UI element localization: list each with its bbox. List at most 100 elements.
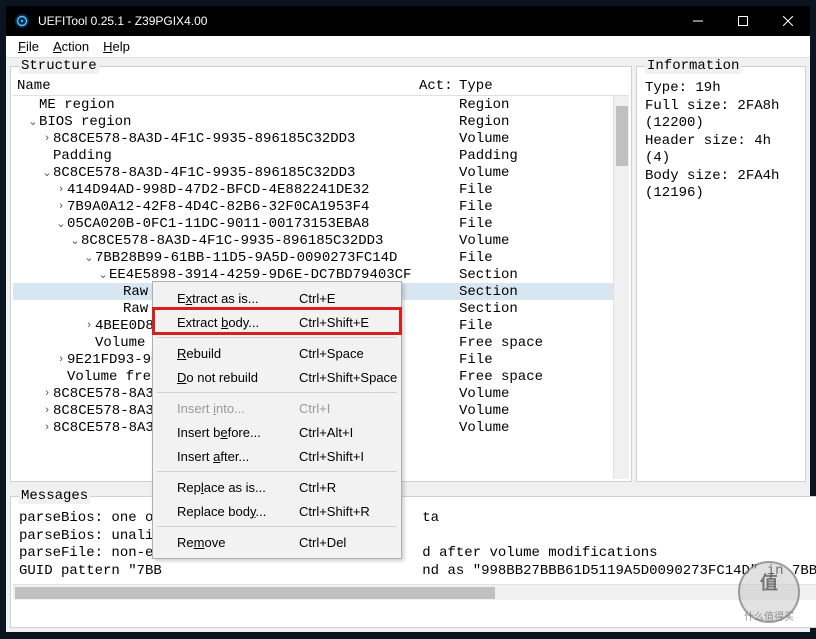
menu-shortcut: Ctrl+Shift+R (299, 504, 399, 519)
chevron-right-icon[interactable]: › (55, 354, 67, 366)
watermark-text: 什么值得买 (734, 608, 804, 623)
tree-row[interactable]: ⌄8C8CE578-8A3D-4F1C-9935-896185C32DD3 Vol… (13, 164, 629, 181)
col-type[interactable]: Type (459, 78, 629, 95)
chevron-right-icon[interactable]: › (55, 201, 67, 213)
tree-node-label: 8C8CE578-8A3D-4F1C-9935-896185C32DD3 (53, 165, 355, 181)
chevron-down-icon[interactable]: ⌄ (69, 234, 81, 248)
menu-action[interactable]: Action (53, 39, 89, 54)
tree-row[interactable]: ⌄05CA020B-0FC1-11DC-9011-00173153EBA8Fil… (13, 215, 629, 232)
col-act[interactable]: Act: (419, 78, 459, 95)
chevron-down-icon[interactable]: ⌄ (97, 268, 109, 282)
messages-content: parseBios: one of ta parseBios: unalig p… (13, 506, 816, 584)
chevron-down-icon[interactable]: ⌄ (55, 217, 67, 231)
tree-node-label: 8C8CE578-8A3D (53, 403, 162, 419)
menu-help[interactable]: Help (103, 39, 130, 54)
menu-separator (157, 392, 397, 393)
title-bar: UEFITool 0.25.1 - Z39PGIX4.00 (6, 6, 810, 36)
menu-bar: File Action Help (6, 36, 810, 58)
menu-shortcut: Ctrl+Shift+Space (299, 370, 399, 385)
tree-node-type: Padding (459, 148, 629, 164)
minimize-button[interactable] (675, 6, 720, 36)
menu-shortcut: Ctrl+R (299, 480, 399, 495)
chevron-down-icon[interactable]: ⌄ (83, 251, 95, 265)
messages-horizontal-scrollbar[interactable] (13, 584, 816, 600)
chevron-right-icon[interactable]: › (41, 422, 53, 434)
menu-shortcut: Ctrl+Shift+E (299, 315, 399, 330)
chevron-right-icon[interactable]: › (55, 184, 67, 196)
tree-node-type: Volume (459, 386, 629, 402)
tree-row[interactable]: Padding Padding (13, 147, 629, 164)
context-menu-item[interactable]: Replace as is...Ctrl+R (155, 475, 399, 499)
tree-node-type: File (459, 199, 629, 215)
tree-row[interactable]: ⌄7BB28B99-61BB-11D5-9A5D-0090273FC14DFil… (13, 249, 629, 266)
vertical-scrollbar[interactable] (613, 96, 629, 479)
tree-row[interactable]: ›8C8CE578-8A3D-4F1C-9935-896185C32DD3Vol… (13, 130, 629, 147)
context-menu-item[interactable]: Insert after...Ctrl+Shift+I (155, 444, 399, 468)
menu-shortcut: Ctrl+Del (299, 535, 399, 550)
tree-row[interactable]: ›414D94AD-998D-47D2-BFCD-4E882241DE32 Fil… (13, 181, 629, 198)
scrollbar-thumb[interactable] (616, 106, 628, 166)
tree-node-type: Section (459, 301, 629, 317)
messages-panel: Messages parseBios: one of ta parseBios:… (10, 488, 816, 628)
maximize-button[interactable] (720, 6, 765, 36)
chevron-right-icon[interactable]: › (41, 405, 53, 417)
context-menu-item[interactable]: RemoveCtrl+Del (155, 530, 399, 554)
information-panel: Information Type: 19h Full size: 2FA8h (… (636, 58, 806, 482)
tree-node-label: Padding (53, 148, 112, 164)
tree-node-type: Free space (459, 335, 629, 351)
context-menu-item[interactable]: Replace body...Ctrl+Shift+R (155, 499, 399, 523)
tree-row[interactable]: ⌄8C8CE578-8A3D-4F1C-9935-896185C32DD3 Vol… (13, 232, 629, 249)
menu-separator (157, 526, 397, 527)
chevron-right-icon[interactable]: › (83, 320, 95, 332)
tree-header: Name Act: Type (13, 76, 629, 96)
window-title: UEFITool 0.25.1 - Z39PGIX4.00 (38, 14, 207, 28)
context-menu-item[interactable]: Do not rebuildCtrl+Shift+Space (155, 365, 399, 389)
tree-node-label: 7BB28B99-61BB-11D5-9A5D-0090273FC14D (95, 250, 397, 266)
tree-node-type: Region (459, 97, 629, 113)
tree-row[interactable]: ⌄BIOS regionRegion (13, 113, 629, 130)
tree-node-label: 7B9A0A12-42F8-4D4C-82B6-32F0CA1953F4 (67, 199, 369, 215)
chevron-down-icon[interactable]: ⌄ (27, 115, 39, 129)
menu-separator (157, 337, 397, 338)
app-window: UEFITool 0.25.1 - Z39PGIX4.00 File Actio… (6, 6, 810, 632)
context-menu-item[interactable]: Extract body...Ctrl+Shift+E (155, 310, 399, 334)
tree-node-label: 8C8CE578-8A3D (53, 420, 162, 436)
menu-separator (157, 471, 397, 472)
tree-node-type: Volume (459, 233, 629, 249)
chevron-right-icon[interactable]: › (41, 388, 53, 400)
context-menu-item[interactable]: RebuildCtrl+Space (155, 341, 399, 365)
menu-shortcut: Ctrl+I (299, 401, 399, 416)
context-menu: Extract as is...Ctrl+EExtract body...Ctr… (152, 281, 402, 559)
chevron-down-icon[interactable]: ⌄ (41, 166, 53, 180)
messages-legend: Messages (19, 488, 90, 504)
tree-row[interactable]: ›7B9A0A12-42F8-4D4C-82B6-32F0CA1953F4 Fil… (13, 198, 629, 215)
content-area: Structure Name Act: Type ME regionRegion… (6, 58, 810, 632)
tree-node-type: File (459, 318, 629, 334)
tree-node-type: Free space (459, 369, 629, 385)
tree-node-type: File (459, 352, 629, 368)
tree-node-type: Volume (459, 165, 629, 181)
tree-node-label: ME region (39, 97, 115, 113)
menu-file[interactable]: File (18, 39, 39, 54)
tree-node-type: Section (459, 267, 629, 283)
tree-node-type: Section (459, 284, 629, 300)
tree-node-label: 05CA020B-0FC1-11DC-9011-00173153EBA8 (67, 216, 369, 232)
tree-node-type: File (459, 182, 629, 198)
information-content: Type: 19h Full size: 2FA8h (12200) Heade… (639, 76, 803, 207)
tree-node-label: 414D94AD-998D-47D2-BFCD-4E882241DE32 (67, 182, 369, 198)
chevron-right-icon[interactable]: › (41, 133, 53, 145)
watermark-badge: 值 什么值得买 (734, 557, 804, 627)
window-controls (675, 6, 810, 36)
tree-row[interactable]: ME region Region (13, 96, 629, 113)
menu-shortcut: Ctrl+Shift+I (299, 449, 399, 464)
app-icon (14, 13, 30, 29)
context-menu-item: Insert into...Ctrl+I (155, 396, 399, 420)
tree-node-type: Volume (459, 131, 629, 147)
tree-node-label: 8C8CE578-8A3D-4F1C-9935-896185C32DD3 (81, 233, 383, 249)
context-menu-item[interactable]: Insert before...Ctrl+Alt+I (155, 420, 399, 444)
context-menu-item[interactable]: Extract as is...Ctrl+E (155, 286, 399, 310)
scrollbar-thumb[interactable] (15, 587, 495, 599)
col-name[interactable]: Name (13, 78, 419, 95)
close-button[interactable] (765, 6, 810, 36)
svg-text:值: 值 (760, 572, 778, 593)
